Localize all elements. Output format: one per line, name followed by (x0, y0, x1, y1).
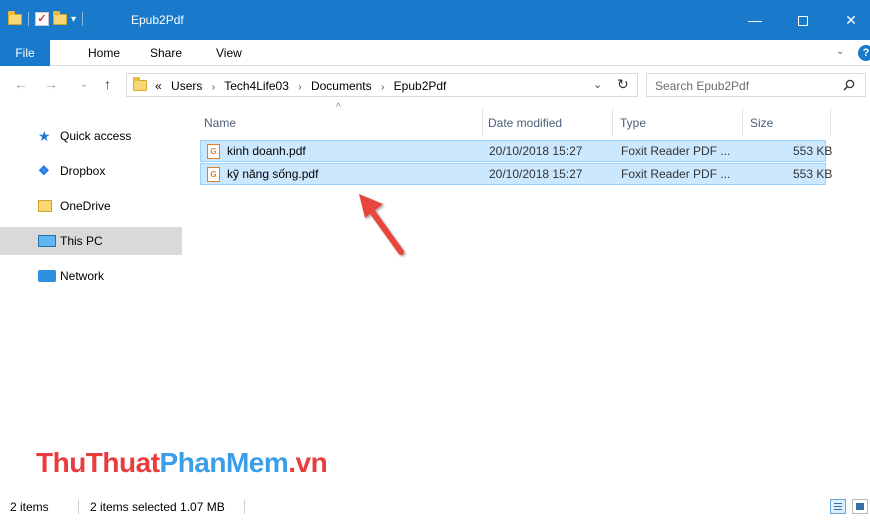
sidebar-item-label: OneDrive (60, 199, 111, 213)
new-folder-icon[interactable] (53, 10, 67, 25)
column-header-name[interactable]: Name (204, 112, 236, 134)
tab-home[interactable]: Home (88, 40, 120, 66)
tab-share[interactable]: Share (150, 40, 182, 66)
toolbar-divider (28, 12, 29, 26)
close-icon: ✕ (845, 12, 857, 28)
tab-view[interactable]: View (216, 40, 242, 66)
watermark-logo: ThuThuatPhanMem.vn (36, 447, 328, 479)
minimize-button[interactable]: — (732, 0, 778, 40)
pdf-file-icon: G (207, 144, 220, 159)
help-icon[interactable]: ? (858, 45, 870, 61)
breadcrumb-item-epub2pdf[interactable]: Epub2Pdf (394, 79, 447, 93)
pdf-file-icon: G (207, 167, 220, 182)
breadcrumb-item-users[interactable]: Users (171, 79, 202, 93)
breadcrumb-item-documents[interactable]: Documents (311, 79, 372, 93)
breadcrumb: « Users › Tech4Life03 › Documents › Epub… (155, 79, 446, 93)
search-icon[interactable] (843, 79, 855, 91)
folder-icon (8, 10, 22, 25)
column-header-type[interactable]: Type (620, 112, 646, 134)
file-row[interactable]: G kỹ năng sống.pdf 20/10/2018 15:27 Foxi… (200, 163, 832, 185)
file-row[interactable]: G kinh doanh.pdf 20/10/2018 15:27 Foxit … (200, 140, 832, 162)
address-row: ← → ⌄ ↑ « Users › Tech4Life03 › Document… (0, 66, 870, 102)
status-bar: 2 items 2 items selected 1.07 MB (0, 494, 870, 520)
sidebar-item-quick-access[interactable]: ★ Quick access (0, 122, 182, 150)
tab-file[interactable]: File (0, 40, 50, 66)
search-box[interactable]: Search Epub2Pdf (646, 73, 866, 97)
file-date-modified: 20/10/2018 15:27 (489, 144, 583, 158)
details-view-icon[interactable] (830, 499, 846, 514)
refresh-icon[interactable]: ↻ (617, 76, 629, 93)
computer-icon (38, 235, 56, 247)
annotation-arrow-icon (359, 194, 404, 255)
title-bar: ✓ ▾ Epub2Pdf — ✕ (0, 0, 870, 40)
breadcrumb-separator-icon[interactable]: › (212, 82, 215, 93)
watermark-part: PhanMem (159, 447, 289, 478)
breadcrumb-separator-icon[interactable]: › (298, 82, 301, 93)
navigation-pane: ★ Quick access ❖ Dropbox OneDrive This P… (0, 102, 186, 482)
window-title: Epub2Pdf (131, 13, 184, 27)
file-type: Foxit Reader PDF ... (621, 167, 731, 181)
file-name[interactable]: kỹ năng sống.pdf (227, 167, 318, 181)
file-date-modified: 20/10/2018 15:27 (489, 167, 583, 181)
watermark-part: .vn (288, 447, 328, 478)
address-history-icon[interactable]: ⌄ (593, 78, 602, 91)
file-size: 553 KB (793, 144, 833, 158)
sort-ascending-icon: ^ (336, 102, 341, 113)
ribbon-tabs: File Home Share View ⌄ ? (0, 40, 870, 66)
column-divider[interactable] (612, 108, 613, 136)
dropbox-icon: ❖ (38, 163, 50, 178)
watermark-part: ThuThuat (36, 447, 160, 478)
breadcrumb-overflow[interactable]: « (155, 79, 162, 93)
sidebar-item-label: Quick access (60, 129, 132, 143)
customize-toolbar-icon[interactable]: ▾ (71, 14, 76, 25)
back-button[interactable]: ← (14, 76, 28, 92)
status-divider (244, 500, 245, 514)
sidebar-item-dropbox[interactable]: ❖ Dropbox (0, 157, 182, 185)
search-input[interactable]: Search Epub2Pdf (655, 79, 749, 93)
properties-icon[interactable]: ✓ (35, 12, 49, 26)
maximize-icon (798, 16, 808, 27)
toolbar-divider (82, 12, 84, 26)
file-list: ^ Name Date modified Type Size G kinh do… (186, 102, 870, 482)
large-icons-view-icon[interactable] (852, 499, 868, 514)
item-count: 2 items (10, 500, 49, 514)
quick-access-toolbar: ✓ ▾ (8, 10, 85, 26)
column-divider[interactable] (830, 108, 831, 136)
sidebar-item-label: Network (60, 269, 105, 283)
column-divider[interactable] (482, 108, 483, 136)
close-button[interactable]: ✕ (828, 0, 870, 40)
recent-locations-button[interactable]: ⌄ (80, 79, 88, 90)
breadcrumb-item-tech4life03[interactable]: Tech4Life03 (224, 79, 289, 93)
column-header-date-modified[interactable]: Date modified (488, 112, 562, 134)
sidebar-item-this-pc[interactable]: This PC (0, 227, 182, 255)
file-name[interactable]: kinh doanh.pdf (227, 144, 306, 158)
file-size: 553 KB (793, 167, 833, 181)
folder-icon (133, 77, 147, 91)
maximize-button[interactable] (780, 0, 826, 40)
breadcrumb-separator-icon[interactable]: › (381, 82, 384, 93)
star-icon: ★ (38, 128, 51, 144)
network-icon (38, 270, 56, 282)
sidebar-item-network[interactable]: Network (0, 262, 182, 290)
onedrive-icon (38, 200, 52, 212)
sidebar-item-label: This PC (60, 234, 103, 248)
address-bar[interactable]: « Users › Tech4Life03 › Documents › Epub… (126, 73, 638, 97)
status-divider (78, 500, 79, 514)
column-header-size[interactable]: Size (750, 112, 773, 134)
selection-info: 2 items selected 1.07 MB (90, 500, 225, 514)
up-button[interactable]: ↑ (104, 76, 111, 92)
column-divider[interactable] (742, 108, 743, 136)
minimize-icon: — (748, 12, 762, 28)
forward-button[interactable]: → (44, 76, 58, 92)
expand-ribbon-icon[interactable]: ⌄ (836, 46, 844, 57)
file-type: Foxit Reader PDF ... (621, 144, 731, 158)
sidebar-item-label: Dropbox (60, 164, 106, 178)
sidebar-item-onedrive[interactable]: OneDrive (0, 192, 182, 220)
